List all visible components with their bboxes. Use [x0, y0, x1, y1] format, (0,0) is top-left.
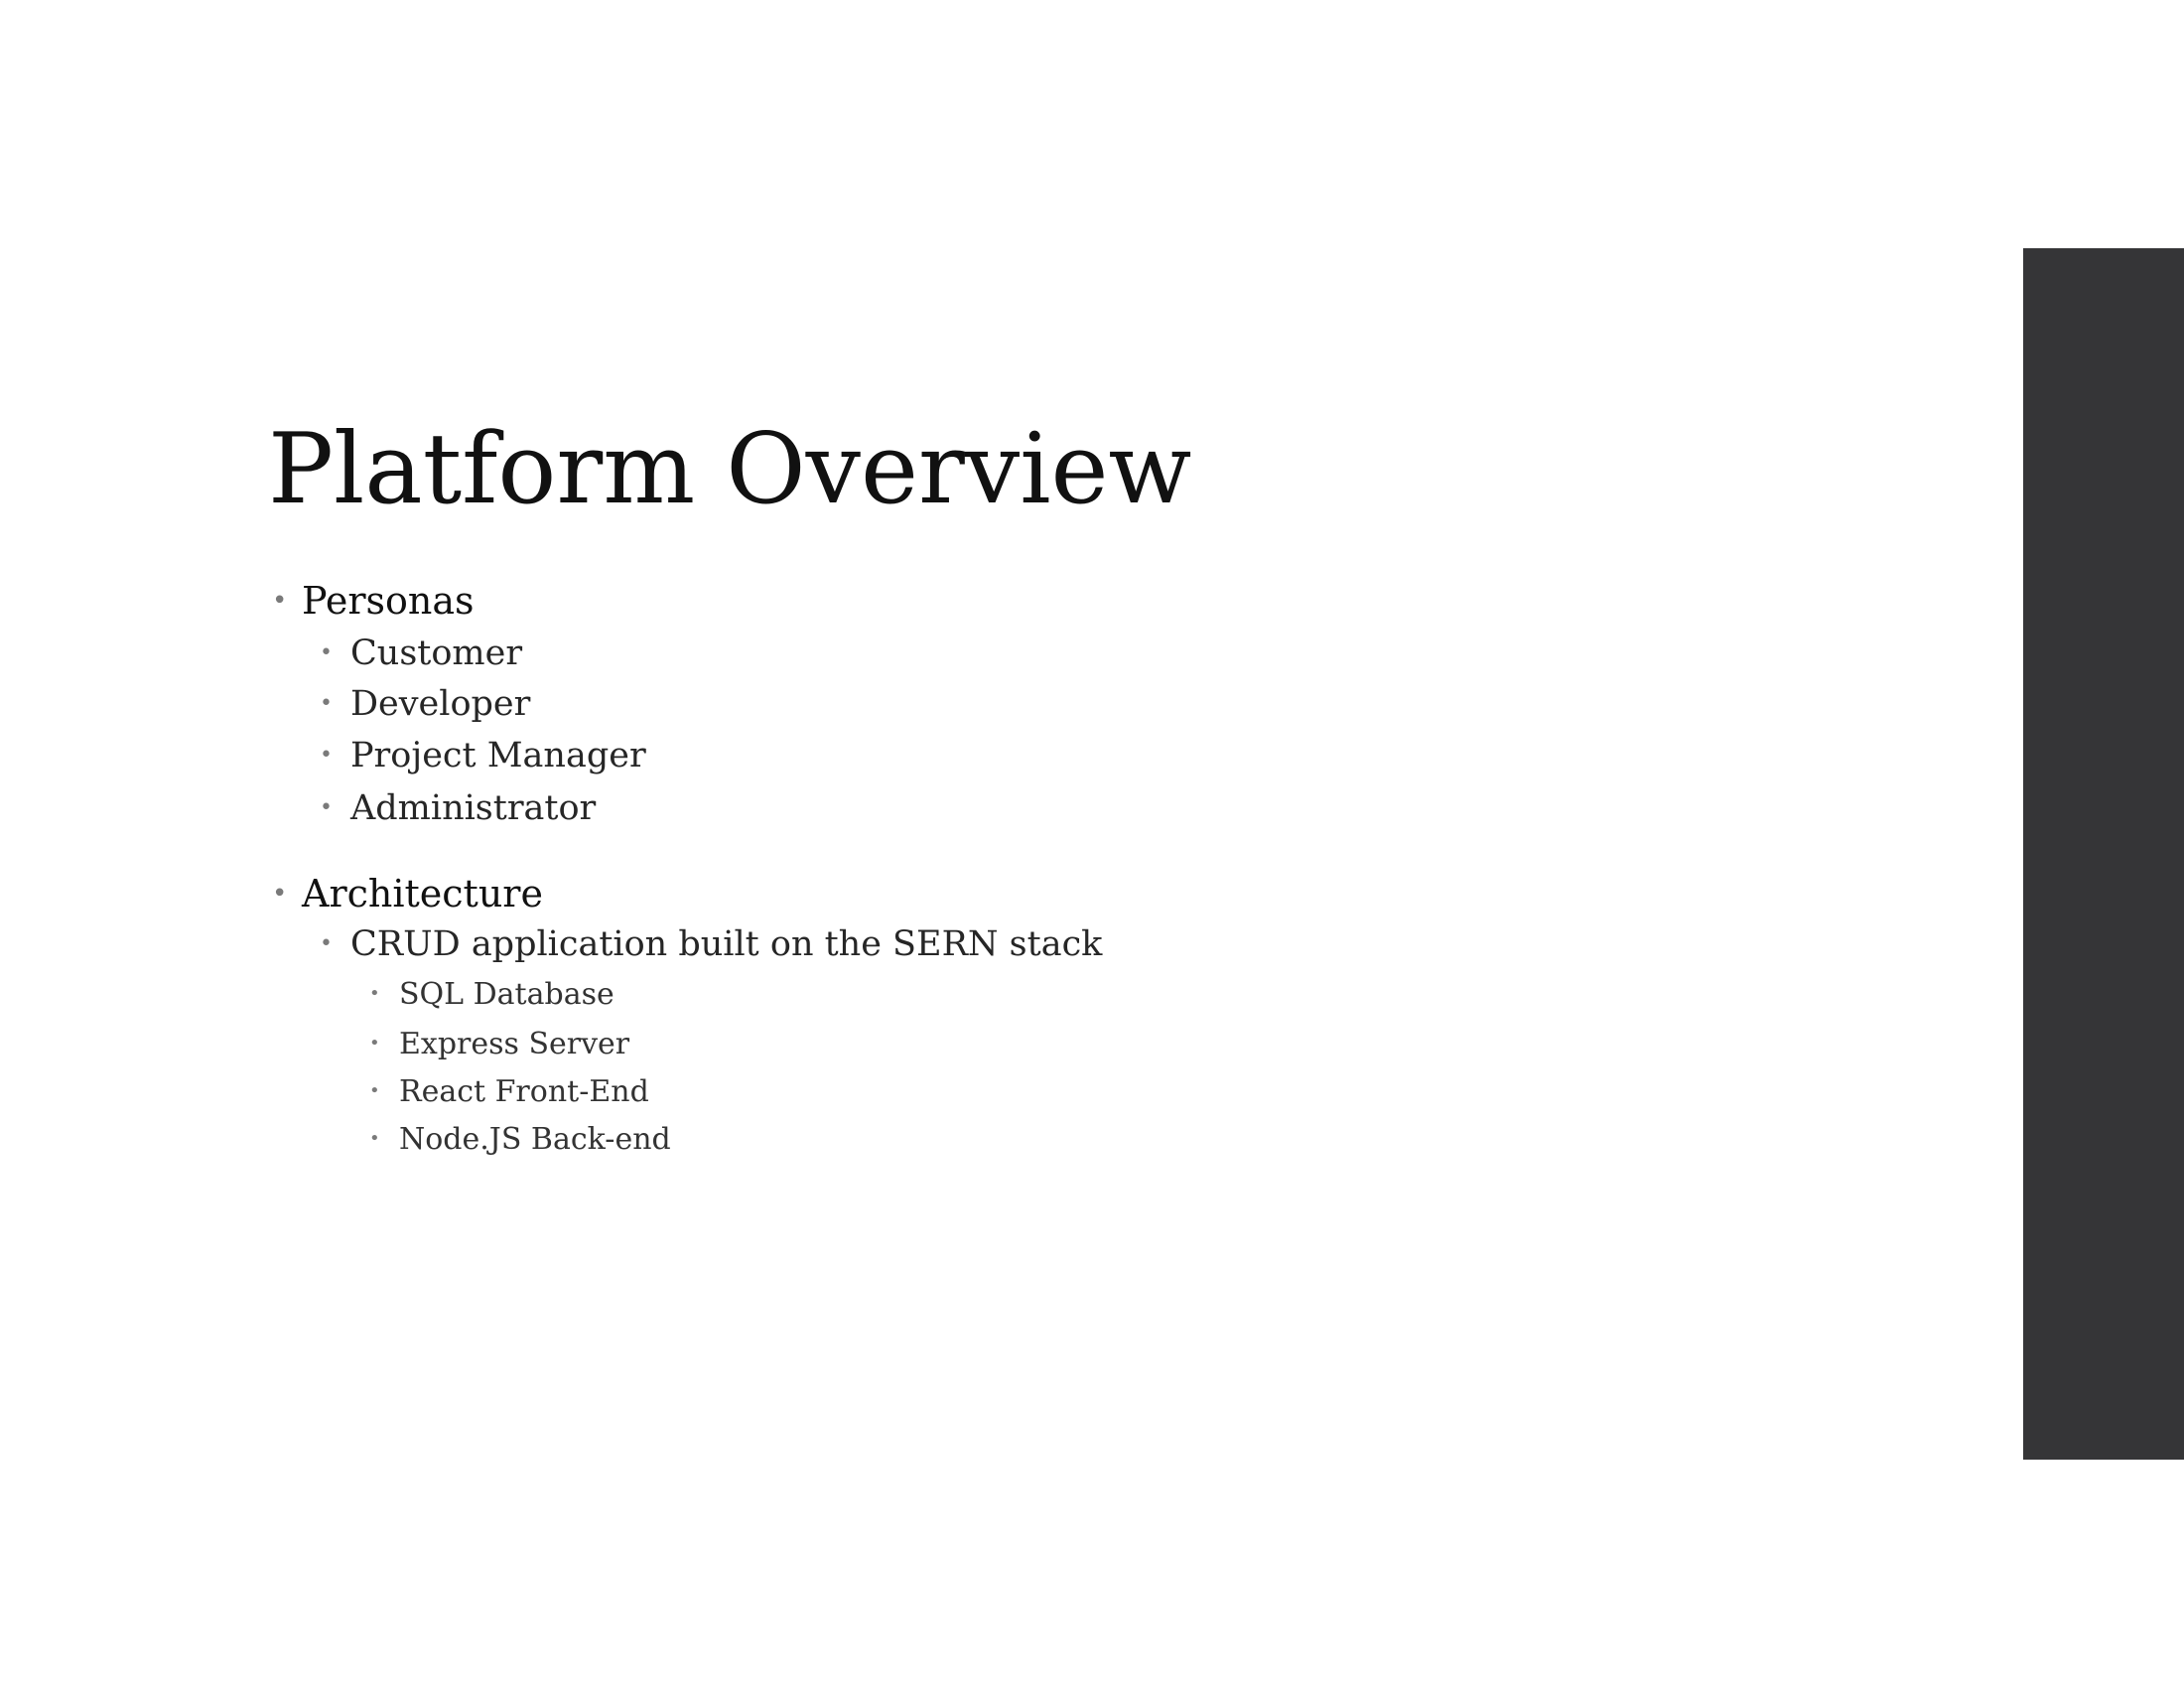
bullet-item-administrator: • Administrator — [320, 788, 597, 828]
bullet-icon: • — [272, 879, 288, 909]
bullet-label: Customer — [350, 633, 523, 673]
bullet-label: React Front-End — [399, 1074, 649, 1109]
bullet-label: Express Server — [399, 1027, 630, 1061]
bullet-item-sql-database: • SQL Database — [369, 977, 614, 1012]
bullet-item-architecture: • Architecture — [272, 872, 543, 915]
accent-bar — [2023, 248, 2184, 1460]
bullet-icon: • — [320, 640, 333, 665]
bullet-icon: • — [320, 691, 333, 716]
bullet-icon: • — [320, 931, 333, 956]
bullet-item-express-server: • Express Server — [369, 1027, 630, 1061]
bullet-label: Personas — [302, 579, 475, 623]
bullet-label: CRUD application built on the SERN stack — [350, 924, 1103, 964]
bullet-label: Developer — [350, 684, 531, 724]
bullet-item-developer: • Developer — [320, 684, 531, 724]
bullet-item-project-manager: • Project Manager — [320, 736, 646, 775]
bullet-icon: • — [272, 586, 288, 616]
bullet-item-nodejs-back-end: • Node.JS Back-end — [369, 1122, 671, 1157]
bullet-icon: • — [369, 983, 380, 1004]
bullet-icon: • — [320, 795, 333, 820]
bullet-label: Administrator — [350, 788, 597, 828]
bullet-item-personas: • Personas — [272, 579, 475, 623]
bullet-item-crud-application: • CRUD application built on the SERN sta… — [320, 924, 1103, 964]
page-title: Platform Overview — [268, 413, 1192, 526]
bullet-icon: • — [369, 1033, 380, 1054]
bullet-icon: • — [320, 743, 333, 768]
bullet-item-customer: • Customer — [320, 633, 523, 673]
bullet-label: SQL Database — [399, 977, 614, 1012]
bullet-item-react-front-end: • React Front-End — [369, 1074, 649, 1109]
bullet-label: Architecture — [302, 872, 543, 915]
bullet-icon: • — [369, 1080, 380, 1101]
bullet-icon: • — [369, 1128, 380, 1149]
bullet-label: Node.JS Back-end — [399, 1122, 671, 1157]
bullet-label: Project Manager — [350, 736, 646, 775]
